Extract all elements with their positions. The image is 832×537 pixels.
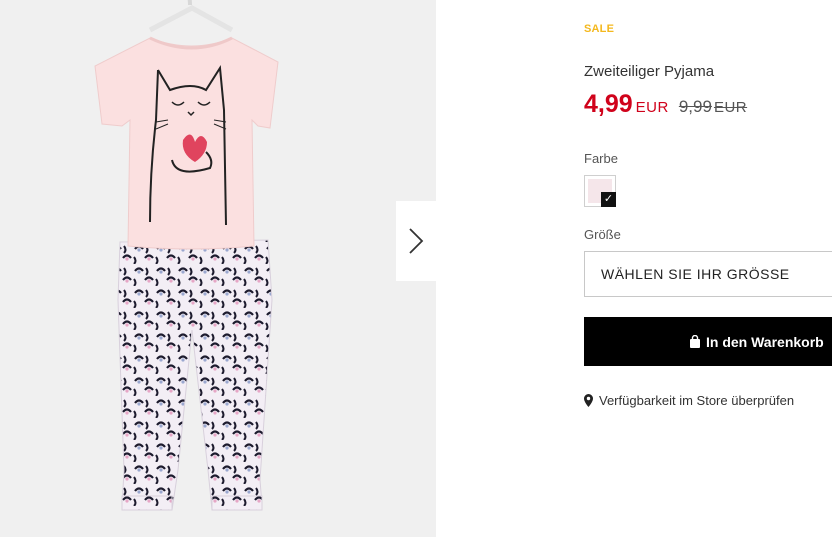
price-row: 4,99 EUR 9,99 EUR [584, 90, 747, 119]
chevron-right-icon [409, 228, 424, 254]
checkmark-icon: ✓ [601, 192, 616, 207]
add-to-cart-button[interactable]: In den Warenkorb [584, 317, 832, 366]
product-info: SALE Zweiteiliger Pyjama 4,99 EUR 9,99 EUR … [584, 0, 832, 537]
old-price-currency: EUR [713, 99, 748, 116]
gallery-next-button[interactable] [396, 201, 436, 281]
product-title: Zweiteiliger Pyjama [584, 63, 715, 80]
color-label: Farbe [584, 151, 618, 166]
size-select[interactable]: WÄHLEN SIE IHR GRÖSSE [584, 251, 832, 297]
product-image [94, 0, 279, 511]
size-label: Größe [584, 227, 621, 242]
current-price: 4,99 [584, 90, 633, 118]
availability-label: Verfügbarkeit im Store überprüfen [599, 393, 795, 408]
color-swatch-selected[interactable]: ✓ [584, 175, 616, 207]
map-pin-icon [584, 394, 593, 407]
product-gallery [0, 0, 436, 537]
check-store-availability-link[interactable]: Verfügbarkeit im Store überprüfen [584, 393, 794, 408]
current-price-currency: EUR [635, 99, 669, 116]
old-price: 9,99 [678, 97, 712, 116]
sale-badge: SALE [584, 23, 615, 35]
shopping-bag-icon [689, 335, 701, 348]
add-to-cart-label: In den Warenkorb [706, 333, 824, 350]
